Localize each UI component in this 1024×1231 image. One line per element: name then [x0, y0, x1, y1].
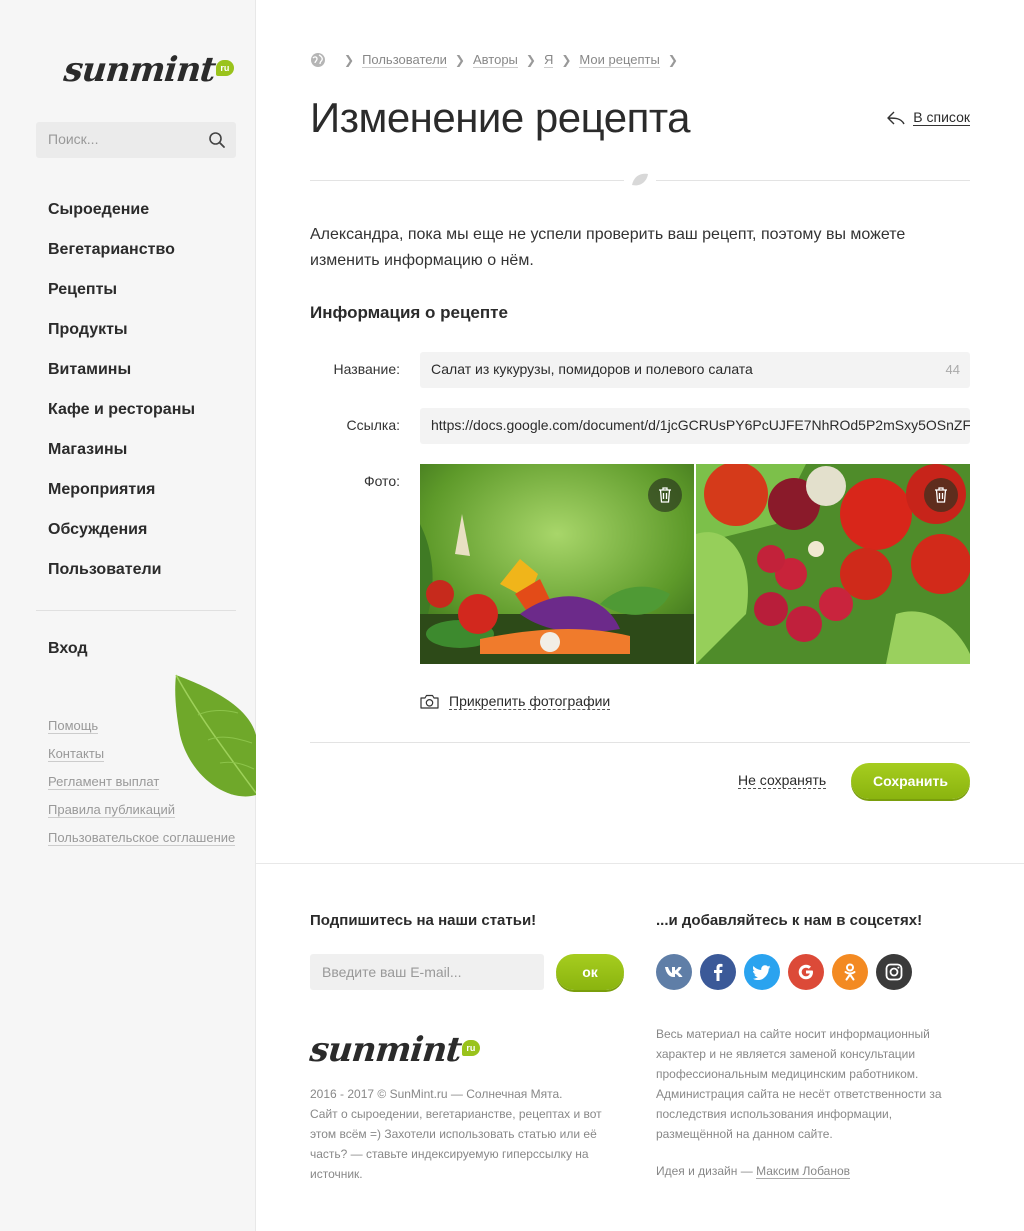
search-box — [36, 122, 236, 158]
nav-item-events[interactable]: Мероприятия — [48, 480, 195, 520]
photo-gallery — [420, 464, 970, 664]
logo[interactable]: sunmint ru — [61, 40, 234, 90]
search-icon[interactable] — [208, 131, 226, 149]
footer-subscribe: Подпишитесь на наши статьи! ок sunmint r… — [308, 912, 630, 1181]
nav-item-recipes[interactable]: Рецепты — [48, 280, 195, 320]
divider-leaf-icon — [624, 171, 656, 189]
sidebar-divider — [36, 610, 236, 611]
sidebar: sunmint ru Сыроедение Вегетарианство Рец… — [0, 0, 256, 1231]
footer-divider — [256, 863, 1024, 864]
subscribe-button[interactable]: ок — [556, 954, 624, 990]
section-title: Информация о рецепте — [310, 303, 508, 322]
footer-logo-text: sunmint — [307, 1030, 464, 1070]
cancel-button[interactable]: Не сохранять — [738, 772, 827, 789]
reply-arrow-icon — [887, 111, 905, 124]
nav-item-products[interactable]: Продукты — [48, 320, 195, 360]
design-credit: Идея и дизайн — Максим Лобанов — [656, 1164, 851, 1179]
name-label: Название: — [333, 361, 400, 377]
nav-item-vegetarianism[interactable]: Вегетарианство — [48, 240, 195, 280]
chevron-right-icon: ❯ — [525, 53, 536, 67]
trash-icon — [659, 487, 671, 503]
link-field[interactable]: https://docs.google.com/document/d/1jcGC… — [420, 408, 970, 444]
link-label: Ссылка: — [346, 417, 400, 433]
breadcrumb-my-recipes[interactable]: Мои рецепты — [579, 52, 660, 68]
attach-photos-label: Прикрепить фотографии — [449, 693, 611, 710]
login-link[interactable]: Вход — [48, 640, 88, 658]
publication-rules-link-text[interactable]: Правила публикаций — [48, 802, 175, 818]
google-icon[interactable] — [788, 954, 824, 990]
photo-label: Фото: — [363, 473, 400, 489]
payouts-rules-link: Регламент выплат — [48, 774, 235, 802]
vk-icon[interactable] — [656, 954, 692, 990]
disclaimer-text: Весь материал на сайте носит информацион… — [656, 1027, 942, 1141]
chevron-right-icon: ❯ — [344, 53, 355, 67]
social-title: ...и добавляйтесь к нам в соцсетях! — [656, 912, 923, 929]
contacts-link: Контакты — [48, 746, 235, 774]
page-title: Изменение рецепта — [310, 94, 690, 141]
photo-thumbnail[interactable] — [696, 464, 970, 664]
name-value: Салат из кукурузы, помидоров и полевого … — [431, 361, 753, 377]
twitter-icon[interactable] — [744, 954, 780, 990]
search-input[interactable] — [48, 131, 198, 147]
author-link[interactable]: Максим Лобанов — [756, 1164, 851, 1179]
nav-item-discussions[interactable]: Обсуждения — [48, 520, 195, 560]
breadcrumb: ❯ Пользователи ❯ Авторы ❯ Я ❯ Мои рецепт… — [310, 52, 686, 68]
intro-text: Александра, пока мы еще не успели провер… — [310, 226, 906, 269]
breadcrumb-authors[interactable]: Авторы — [472, 52, 518, 68]
back-to-list-label: В список — [913, 109, 970, 126]
publication-rules-link: Правила публикаций — [48, 802, 235, 830]
help-link: Помощь — [48, 718, 235, 746]
nav-item-users[interactable]: Пользователи — [48, 560, 195, 600]
breadcrumb-users[interactable]: Пользователи — [362, 52, 447, 68]
subscribe-title: Подпишитесь на наши статьи! — [310, 912, 537, 929]
user-agreement-link: Пользовательское соглашение — [48, 830, 236, 858]
delete-photo-button[interactable] — [648, 478, 682, 512]
sidebar-info-links: Помощь Контакты Регламент выплат Правила… — [48, 718, 236, 858]
odnoklassniki-icon[interactable] — [832, 954, 868, 990]
globe-icon[interactable] — [310, 52, 326, 68]
nav-item-raw-food[interactable]: Сыроедение — [48, 200, 195, 240]
camera-icon — [420, 694, 439, 709]
back-to-list-link[interactable]: В список — [887, 109, 970, 126]
footer-logo[interactable]: sunmint ru — [307, 1020, 480, 1070]
attach-photos-link[interactable]: Прикрепить фотографии — [420, 693, 611, 710]
copyright-text: 2016 - 2017 © SunMint.ru — Солнечная Мят… — [310, 1087, 602, 1181]
nav-item-vitamins[interactable]: Витамины — [48, 360, 195, 400]
chevron-right-icon: ❯ — [561, 53, 572, 67]
facebook-icon[interactable] — [700, 954, 736, 990]
nav-item-cafes[interactable]: Кафе и рестораны — [48, 400, 195, 440]
footer-social: ...и добавляйтесь к нам в соцсетях! Весь… — [656, 912, 970, 1179]
email-input[interactable] — [322, 964, 532, 980]
contacts-link-text[interactable]: Контакты — [48, 746, 105, 762]
help-link-text[interactable]: Помощь — [48, 718, 99, 734]
credit-prefix: Идея и дизайн — — [656, 1164, 757, 1178]
chevron-right-icon: ❯ — [667, 53, 678, 67]
instagram-icon[interactable] — [876, 954, 912, 990]
social-links — [656, 954, 912, 990]
logo-badge: ru — [215, 60, 234, 76]
breadcrumb-me[interactable]: Я — [543, 52, 554, 68]
char-counter: 44 — [945, 362, 960, 377]
save-button[interactable]: Сохранить — [851, 763, 970, 799]
link-value: https://docs.google.com/document/d/1jcGC… — [431, 417, 970, 433]
name-field[interactable]: Салат из кукурузы, помидоров и полевого … — [420, 352, 970, 388]
logo-text: sunmint — [61, 50, 218, 90]
form-divider — [310, 742, 970, 743]
chevron-right-icon: ❯ — [454, 53, 465, 67]
email-box — [310, 954, 544, 990]
user-agreement-link-text[interactable]: Пользовательское соглашение — [48, 830, 236, 846]
main-nav: Сыроедение Вегетарианство Рецепты Продук… — [48, 200, 195, 600]
payouts-rules-link-text[interactable]: Регламент выплат — [48, 774, 160, 790]
footer-logo-badge: ru — [461, 1040, 480, 1056]
trash-icon — [935, 487, 947, 503]
nav-item-shops[interactable]: Магазины — [48, 440, 195, 480]
photo-thumbnail[interactable] — [420, 464, 694, 664]
delete-photo-button[interactable] — [924, 478, 958, 512]
